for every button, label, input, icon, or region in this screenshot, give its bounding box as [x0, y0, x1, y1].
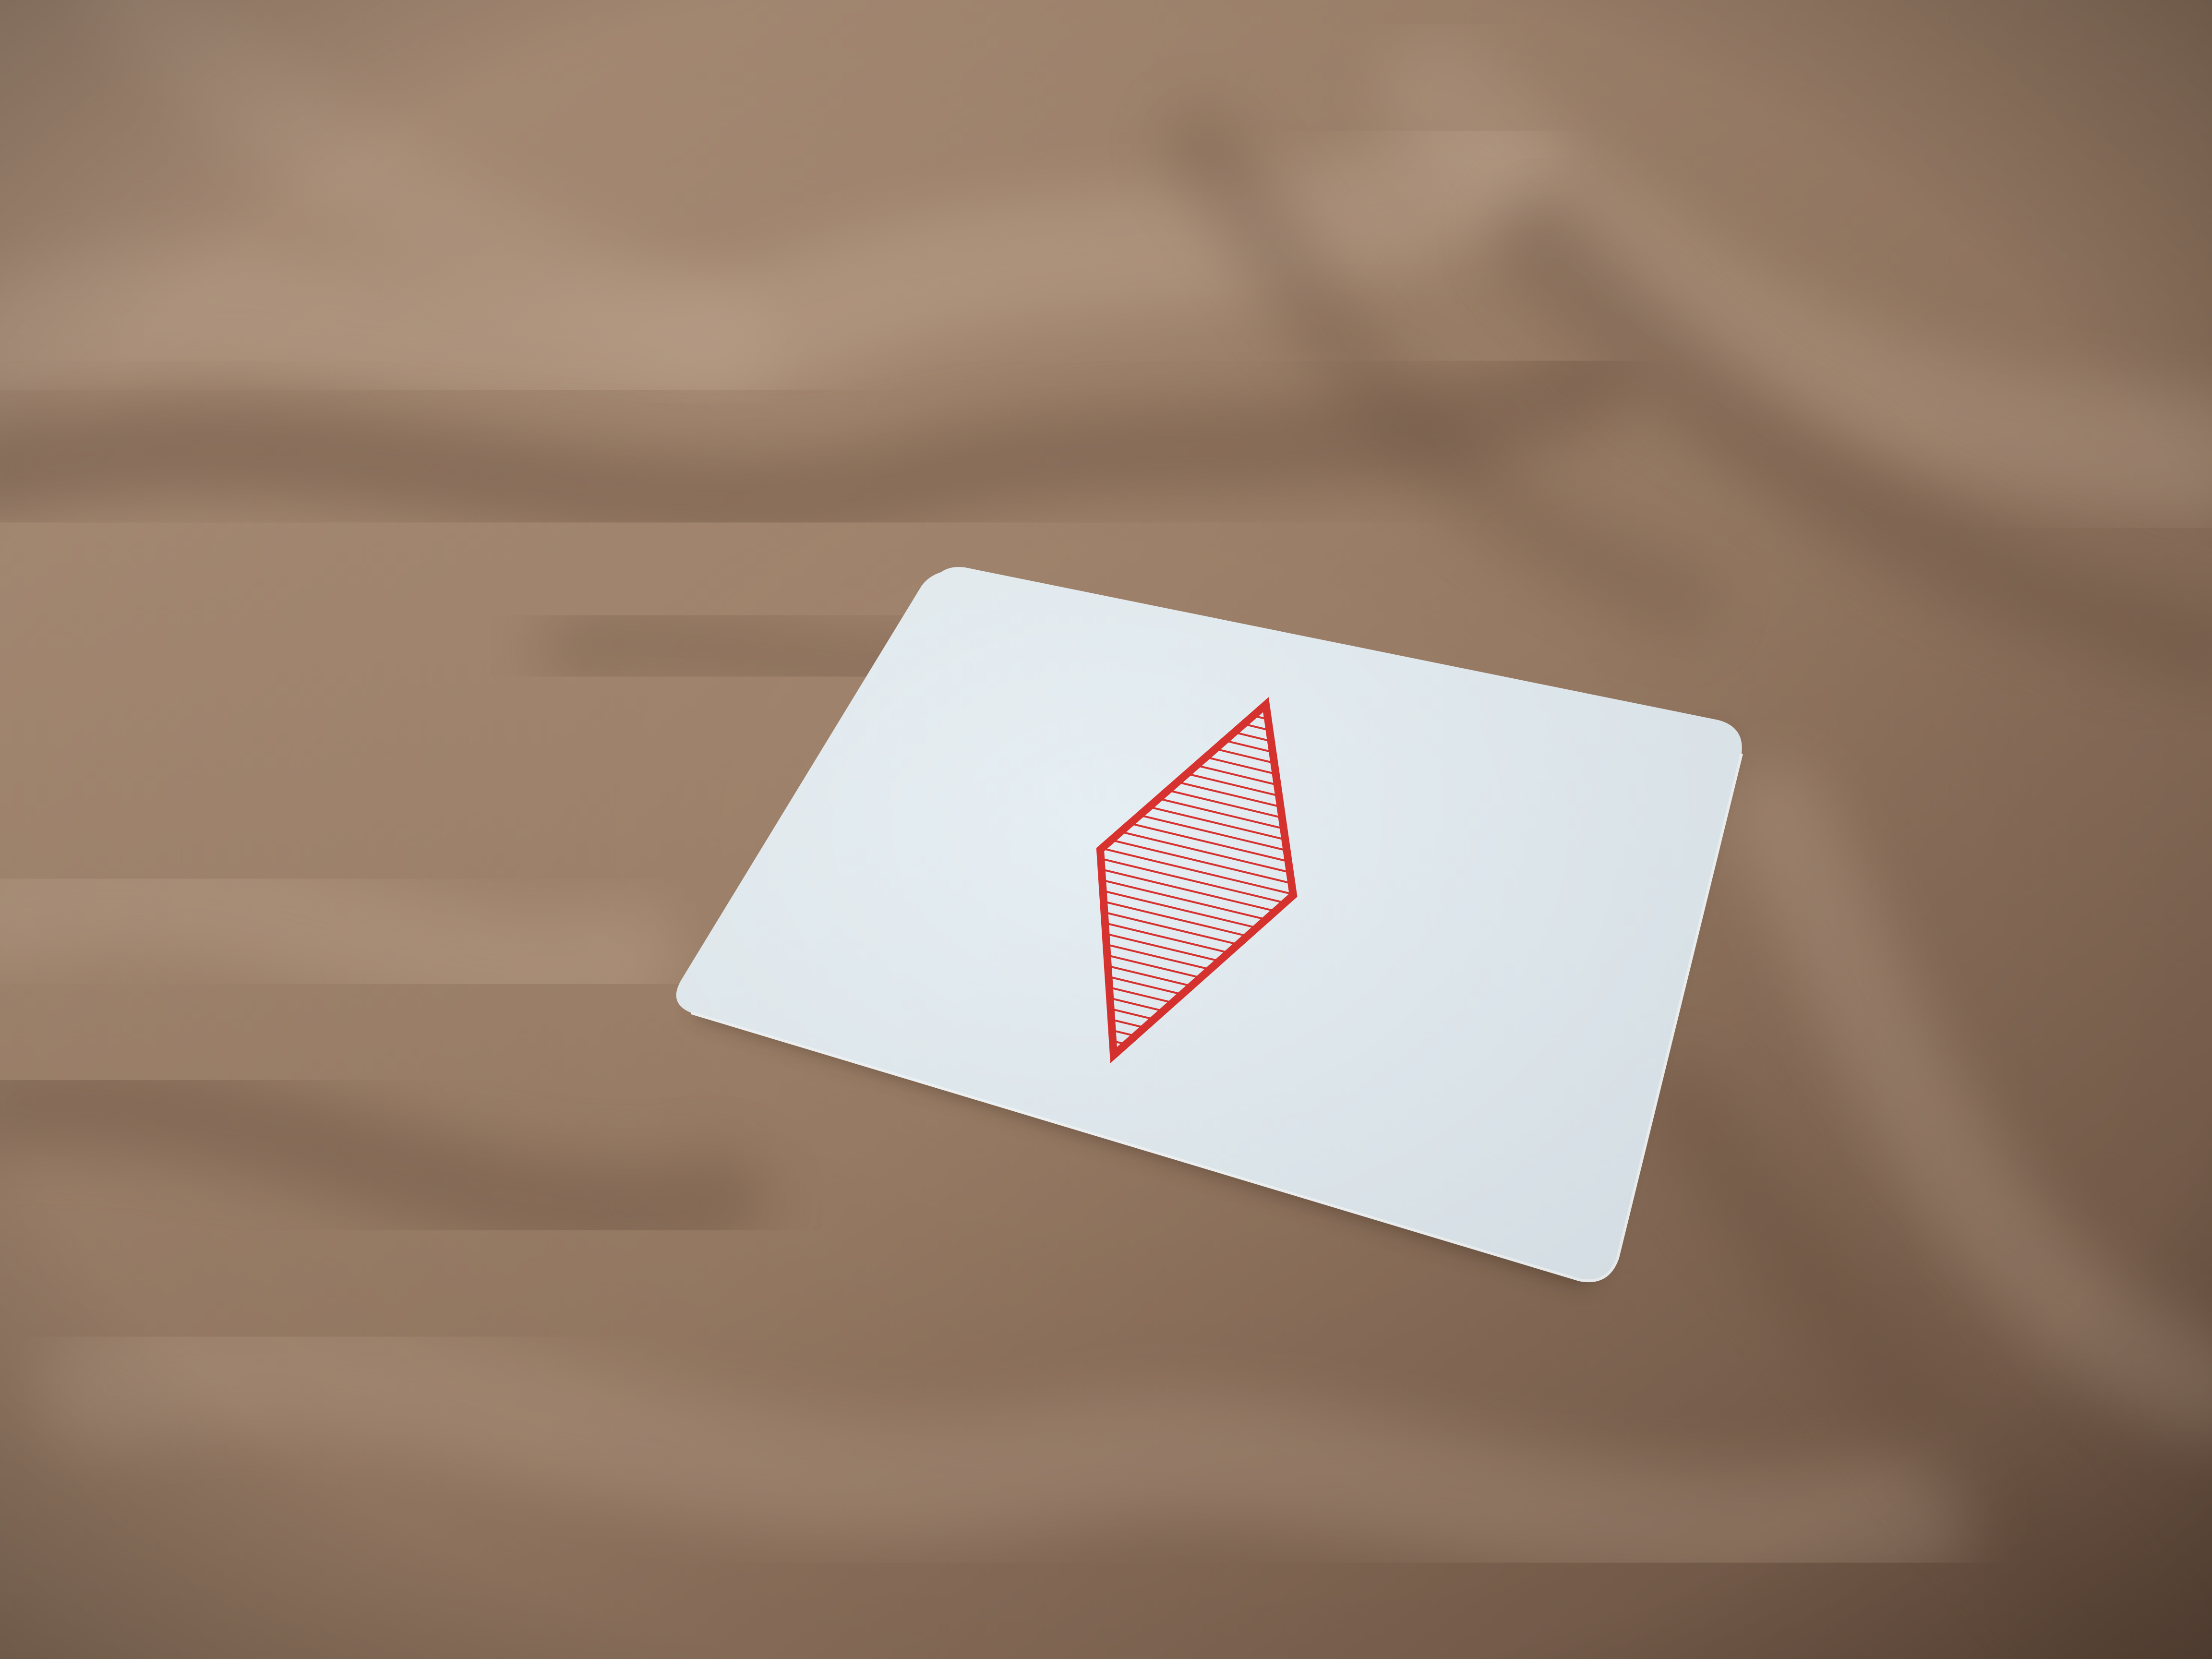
photo-scene	[0, 0, 2212, 1659]
vignette-overlay	[0, 0, 2212, 1659]
photo-illustration	[0, 0, 2212, 1659]
